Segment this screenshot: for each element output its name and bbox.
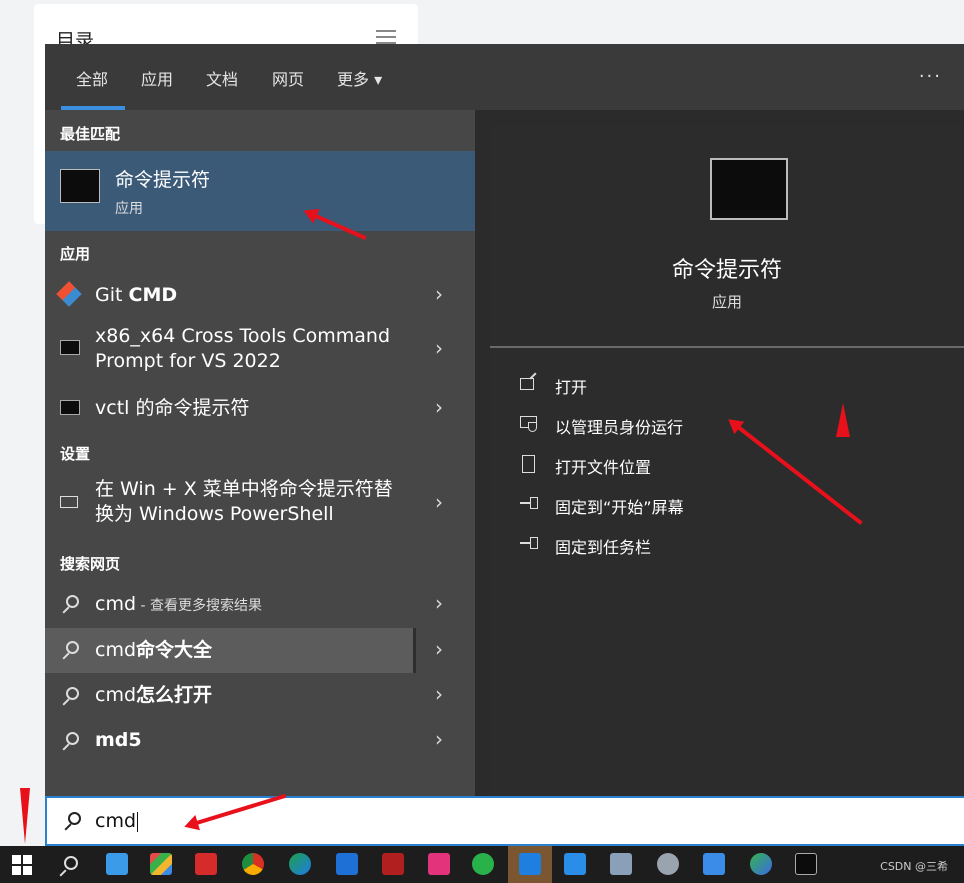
open-icon bbox=[520, 372, 538, 391]
app-grid-icon[interactable] bbox=[150, 853, 172, 875]
section-apps: 应用 bbox=[60, 245, 91, 263]
chevron-right-icon[interactable]: › bbox=[435, 682, 443, 706]
chevron-right-icon[interactable]: › bbox=[435, 336, 443, 360]
best-match-item[interactable]: 命令提示符 应用 bbox=[45, 151, 475, 231]
app-icon[interactable] bbox=[336, 853, 358, 875]
list-item-label: x86_x64 Cross Tools Command Prompt for VS… bbox=[95, 325, 391, 372]
list-item-vctl[interactable]: vctl 的命令提示符 › bbox=[45, 386, 475, 431]
command-prompt-icon bbox=[60, 169, 100, 203]
chevron-right-icon[interactable]: › bbox=[435, 727, 443, 751]
list-item-label: 在 Win + X 菜单中将命令提示符替 换为 Windows PowerShel… bbox=[95, 478, 393, 525]
preview-title: 命令提示符 bbox=[671, 258, 782, 283]
search-icon bbox=[63, 812, 81, 831]
monitor-icon bbox=[60, 496, 78, 508]
git-icon bbox=[56, 281, 82, 307]
chevron-right-icon[interactable]: › bbox=[435, 395, 443, 419]
tab-web[interactable]: 网页 bbox=[272, 66, 304, 90]
search-tabs: 全部 应用 文档 网页 更多 ▾ ··· bbox=[45, 44, 964, 110]
filezilla-icon[interactable] bbox=[382, 853, 404, 875]
file-location-icon bbox=[520, 455, 538, 473]
search-input[interactable]: cmd bbox=[95, 810, 139, 832]
windows-start-icon[interactable] bbox=[12, 855, 32, 875]
pin-icon bbox=[520, 535, 538, 551]
vscode-icon[interactable] bbox=[564, 853, 586, 875]
tab-apps[interactable]: 应用 bbox=[141, 66, 173, 90]
command-prompt-large-icon bbox=[710, 158, 788, 220]
chrome-icon[interactable] bbox=[242, 853, 264, 875]
app-icon[interactable] bbox=[750, 853, 772, 875]
file-explorer-icon[interactable] bbox=[106, 853, 128, 875]
search-icon bbox=[61, 732, 79, 751]
command-prompt-icon bbox=[60, 400, 80, 415]
start-search-panel: 全部 应用 文档 网页 更多 ▾ ··· 最佳匹配 命令提示符 应用 应用 Gi… bbox=[45, 44, 964, 796]
chevron-right-icon[interactable]: › bbox=[435, 637, 443, 661]
tab-more[interactable]: 更多 ▾ bbox=[337, 66, 382, 90]
best-match-subtitle: 应用 bbox=[115, 201, 143, 217]
command-prompt-icon[interactable] bbox=[795, 853, 817, 875]
command-prompt-icon bbox=[60, 340, 80, 355]
list-item-web-cmd-open[interactable]: cmd怎么打开 › bbox=[45, 674, 475, 719]
more-options-icon[interactable]: ··· bbox=[919, 66, 942, 87]
list-item-label: cmd命令大全 bbox=[95, 639, 213, 661]
list-item-web-cmd-commands[interactable]: cmd命令大全 › bbox=[45, 628, 475, 673]
results-list: 最佳匹配 命令提示符 应用 应用 Git CMD › x86_x64 Cross… bbox=[45, 110, 475, 796]
list-item-web-cmd[interactable]: cmd - 查看更多搜索结果 › bbox=[45, 582, 475, 627]
list-item-cross-tools[interactable]: x86_x64 Cross Tools Command Prompt for VS… bbox=[45, 318, 475, 380]
chevron-right-icon[interactable]: › bbox=[435, 591, 443, 615]
annotation-arrow bbox=[20, 788, 30, 844]
taskbar: CSDN @三希 bbox=[0, 846, 964, 883]
list-item-label: vctl 的命令提示符 bbox=[95, 397, 250, 419]
chevron-right-icon[interactable]: › bbox=[435, 490, 443, 514]
edge-icon[interactable] bbox=[289, 853, 311, 875]
section-web: 搜索网页 bbox=[60, 555, 121, 573]
list-item-git-cmd[interactable]: Git CMD › bbox=[45, 272, 475, 317]
search-icon bbox=[61, 595, 79, 614]
taskbar-search-icon[interactable] bbox=[58, 856, 78, 877]
list-item-label: md5 bbox=[95, 729, 142, 751]
search-icon bbox=[61, 641, 79, 660]
preview-card: 命令提示符 应用 打开 以管理员身份运行 打开文件位置 固定到“开始”屏幕 固定… bbox=[490, 126, 964, 796]
preview-subtitle: 应用 bbox=[711, 293, 742, 311]
tab-all[interactable]: 全部 bbox=[76, 66, 108, 90]
annotation-arrow bbox=[836, 403, 850, 437]
shield-icon bbox=[520, 415, 538, 432]
wps-icon[interactable] bbox=[195, 853, 217, 875]
section-best-match: 最佳匹配 bbox=[60, 125, 121, 143]
preview-pane: 命令提示符 应用 打开 以管理员身份运行 打开文件位置 固定到“开始”屏幕 固定… bbox=[475, 110, 964, 796]
list-item-label: cmd怎么打开 bbox=[95, 684, 213, 706]
app-icon[interactable] bbox=[428, 853, 450, 875]
list-item-web-md5[interactable]: md5 › bbox=[45, 719, 475, 764]
app-icon[interactable] bbox=[610, 853, 632, 875]
section-settings: 设置 bbox=[60, 445, 91, 463]
wechat-icon[interactable] bbox=[472, 853, 494, 875]
chevron-right-icon[interactable]: › bbox=[435, 282, 443, 306]
watermark: CSDN @三希 bbox=[880, 860, 948, 873]
best-match-title: 命令提示符 bbox=[115, 169, 211, 191]
preview-divider bbox=[490, 346, 964, 348]
search-icon bbox=[61, 687, 79, 706]
list-item-label: Git CMD bbox=[95, 284, 178, 306]
pin-icon bbox=[520, 495, 538, 511]
app-icon[interactable] bbox=[703, 853, 725, 875]
list-item-winx-setting[interactable]: 在 Win + X 菜单中将命令提示符替 换为 Windows PowerShel… bbox=[45, 472, 475, 536]
list-item-label: cmd - 查看更多搜索结果 bbox=[95, 593, 262, 615]
tab-documents[interactable]: 文档 bbox=[206, 66, 238, 90]
app-icon[interactable] bbox=[519, 853, 541, 875]
gear-icon[interactable] bbox=[657, 853, 679, 875]
